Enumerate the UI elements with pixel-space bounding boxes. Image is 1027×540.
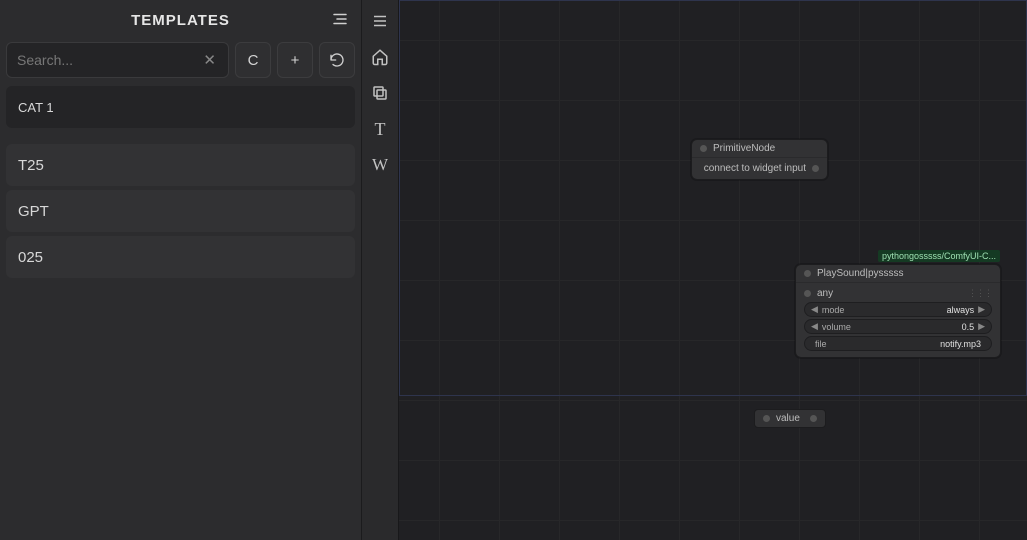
node-header[interactable]: PlaySound|pysssss [796, 265, 1000, 283]
node-collapse-dot[interactable] [763, 415, 770, 422]
panel-menu-icon[interactable] [329, 8, 351, 30]
chevron-left-icon[interactable]: ◀ [811, 304, 818, 315]
category-row[interactable]: CAT 1 [6, 86, 355, 128]
search-box[interactable]: ✕ [6, 42, 229, 78]
output-port-icon[interactable] [810, 415, 817, 422]
widget-mode[interactable]: ◀ mode always ▶ [804, 302, 992, 317]
node-value[interactable]: value [754, 409, 826, 428]
templates-panel: TEMPLATES ✕ C + CAT 1 T25 GPT 025 [0, 0, 362, 540]
template-item[interactable]: T25 [6, 144, 355, 186]
node-output[interactable]: connect to widget input [700, 162, 819, 175]
node-header[interactable]: PrimitiveNode [692, 140, 827, 158]
tool-strip: T W [362, 0, 399, 540]
node-primitive[interactable]: PrimitiveNode connect to widget input [691, 139, 828, 180]
copy-icon[interactable] [367, 80, 393, 106]
panel-title: TEMPLATES [131, 12, 230, 29]
wiki-icon[interactable]: W [367, 152, 393, 178]
input-label: any [817, 288, 833, 299]
widget-volume[interactable]: ◀ volume 0.5 ▶ [804, 319, 992, 334]
home-icon[interactable] [367, 44, 393, 70]
node-title: value [776, 413, 800, 424]
output-port-icon[interactable] [812, 165, 819, 172]
node-drag-icon[interactable]: ⋮⋮⋮ [968, 288, 992, 299]
node-collapse-dot[interactable] [700, 145, 707, 152]
chevron-left-icon[interactable]: ◀ [811, 321, 818, 332]
chevron-right-icon[interactable]: ▶ [978, 304, 985, 315]
node-input[interactable]: any [804, 287, 833, 300]
template-item[interactable]: GPT [6, 190, 355, 232]
output-label: connect to widget input [704, 163, 806, 174]
widget-value: 0.5 [962, 322, 975, 332]
widget-label: file [815, 339, 827, 349]
node-collapse-dot[interactable] [804, 270, 811, 277]
case-toggle-button[interactable]: C [235, 42, 271, 78]
chevron-right-icon[interactable]: ▶ [978, 321, 985, 332]
widget-label: volume [822, 322, 851, 332]
node-title: PrimitiveNode [713, 143, 775, 154]
template-item[interactable]: 025 [6, 236, 355, 278]
refresh-button[interactable] [319, 42, 355, 78]
node-playsound[interactable]: pythongosssss/ComfyUI-C... PlaySound|pys… [795, 264, 1001, 358]
text-icon[interactable]: T [367, 116, 393, 142]
node-canvas[interactable]: PrimitiveNode connect to widget input py… [399, 0, 1027, 540]
input-port-icon[interactable] [804, 290, 811, 297]
menu-icon[interactable] [367, 8, 393, 34]
widget-value: notify.mp3 [940, 339, 981, 349]
widget-file[interactable]: file notify.mp3 [804, 336, 992, 351]
clear-search-icon[interactable]: ✕ [199, 49, 220, 71]
panel-header: TEMPLATES [6, 6, 355, 34]
widget-label: mode [822, 305, 845, 315]
node-source-tag: pythongosssss/ComfyUI-C... [878, 250, 1000, 262]
node-title: PlaySound|pysssss [817, 268, 904, 279]
search-input[interactable] [17, 52, 199, 68]
add-template-button[interactable]: + [277, 42, 313, 78]
search-row: ✕ C + [6, 42, 355, 78]
widget-value: always [947, 305, 975, 315]
